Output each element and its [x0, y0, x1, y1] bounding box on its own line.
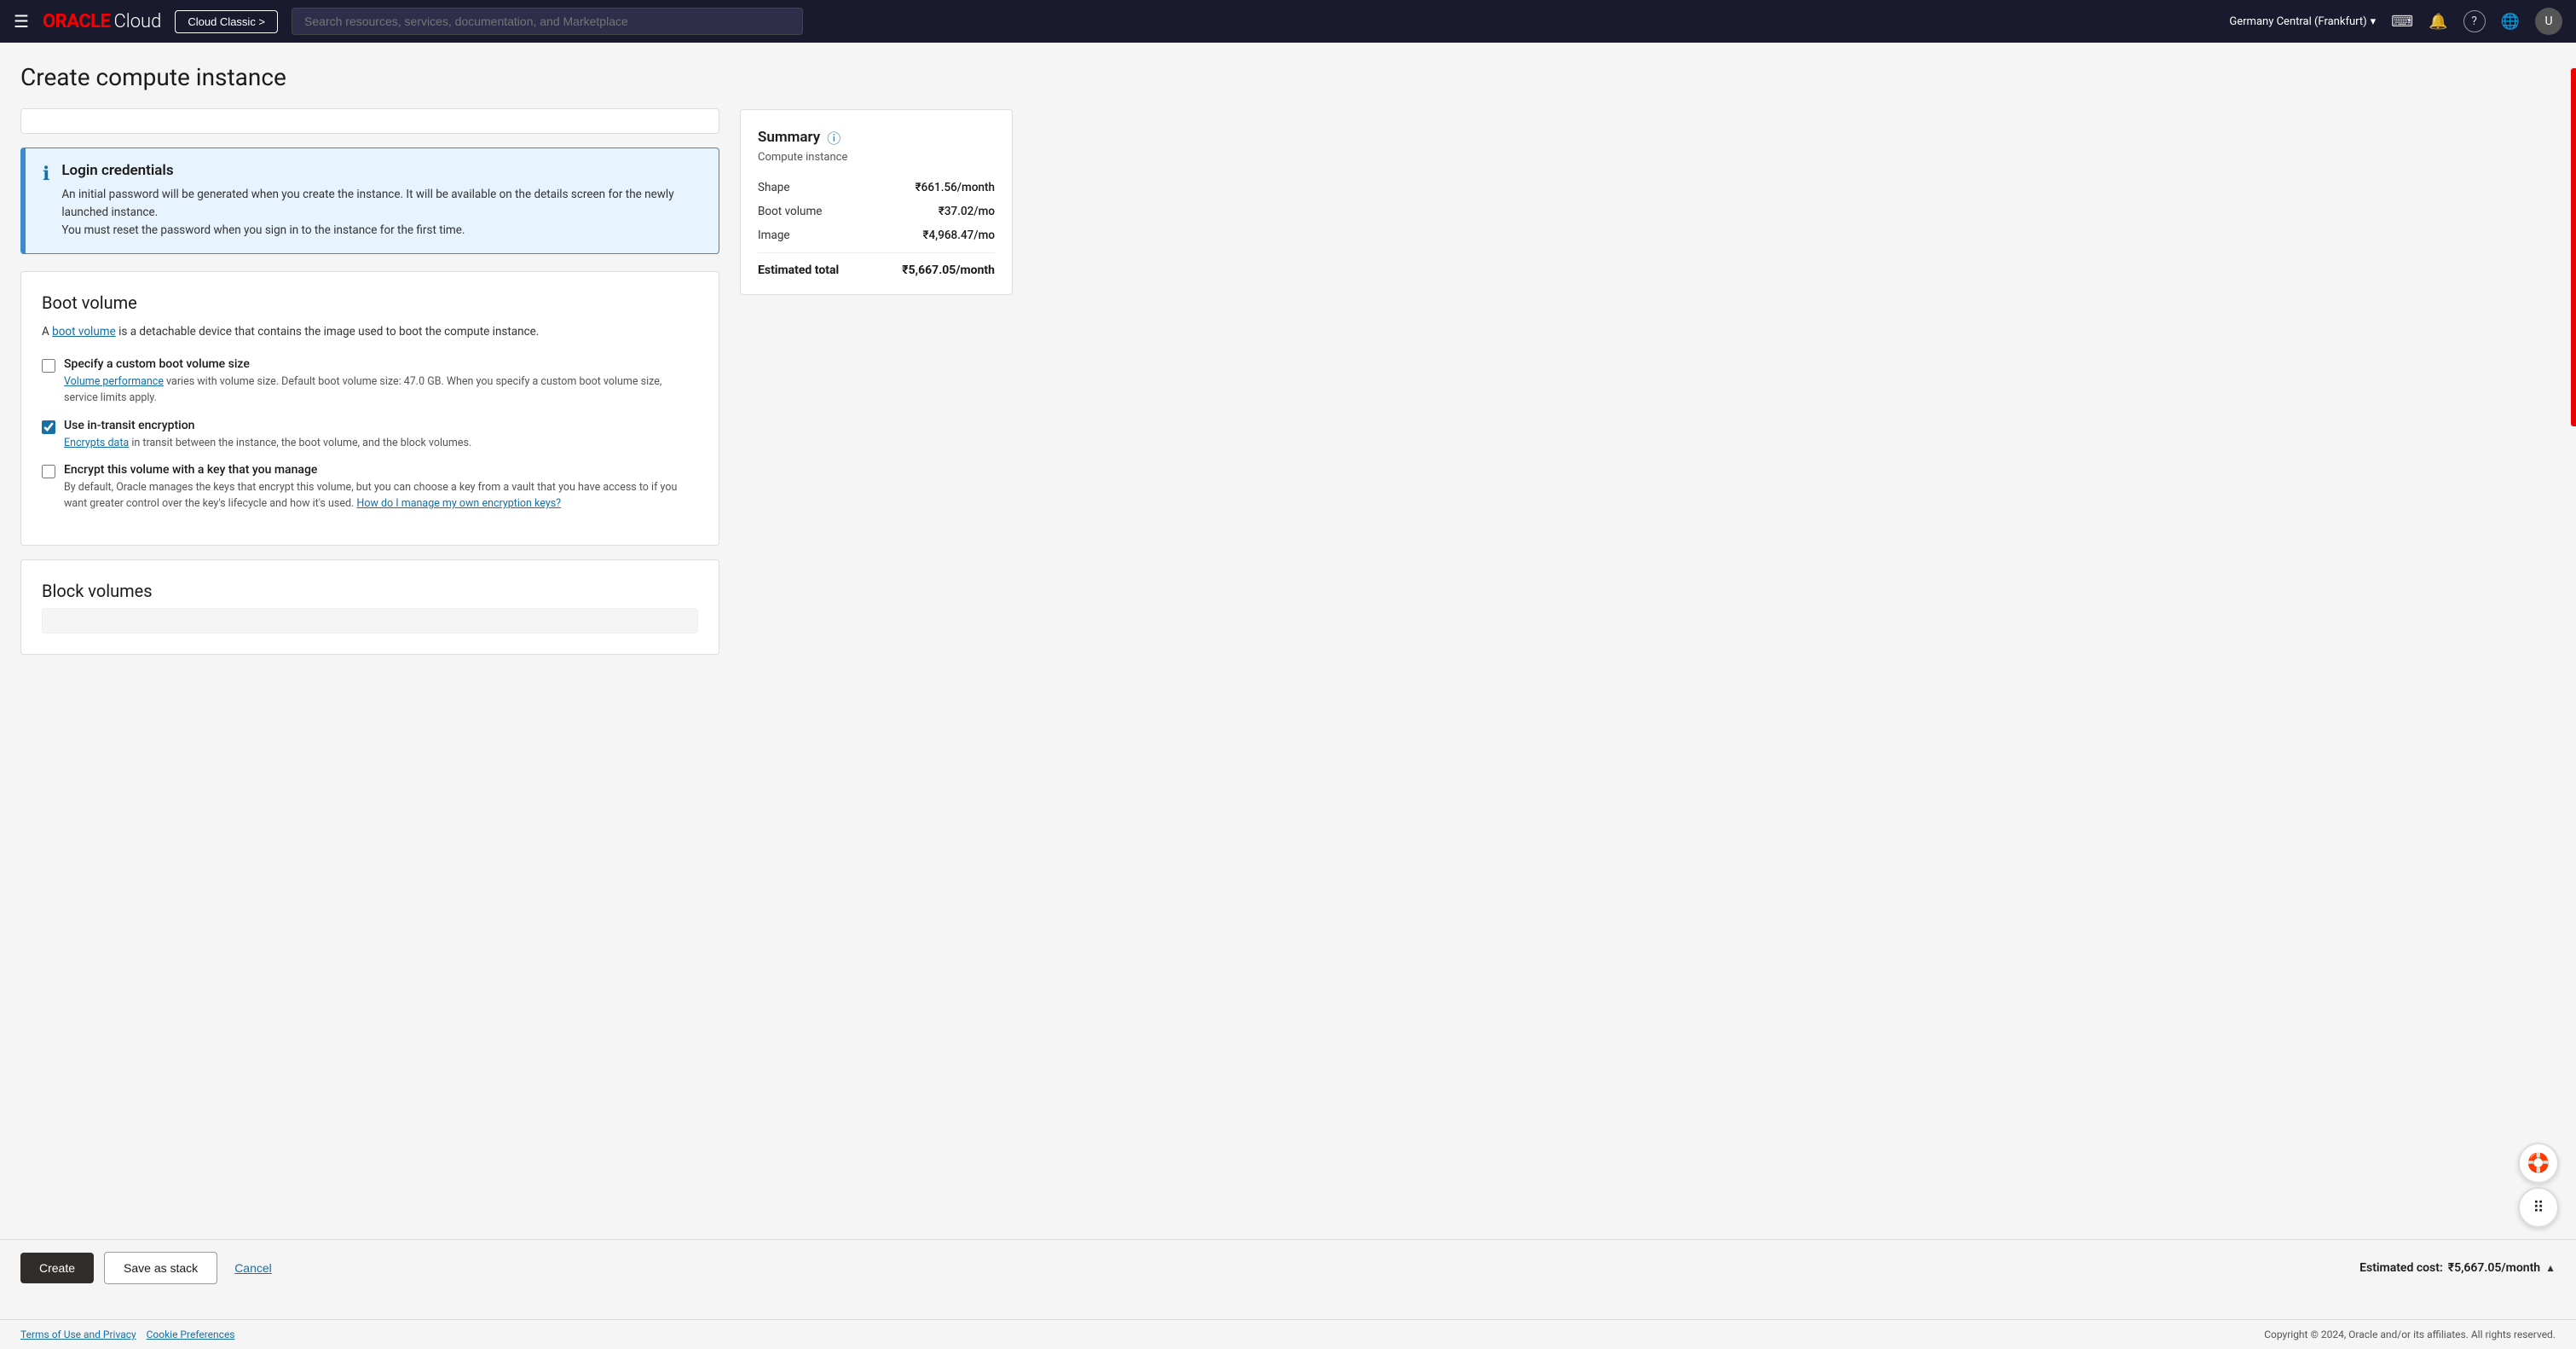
terms-link[interactable]: Terms of Use and Privacy: [20, 1329, 136, 1340]
logo-oracle: ORACLE: [43, 11, 111, 32]
login-credentials-line2: You must reset the password when you sig…: [61, 223, 465, 237]
in-transit-label-group: Use in-transit encryption Encrypts data …: [64, 419, 471, 452]
terminal-icon[interactable]: ⌨: [2391, 13, 2413, 31]
custom-boot-volume-label-group: Specify a custom boot volume size Volume…: [64, 357, 698, 407]
summary-image-label: Image: [758, 229, 790, 242]
region-chevron-icon: ▾: [2371, 15, 2377, 28]
summary-panel: Summary ⓘ Compute instance Shape ₹661.56…: [740, 109, 1013, 295]
topnav-right: Germany Central (Frankfurt) ▾ ⌨ 🔔 ? 🌐 U: [2229, 8, 2562, 35]
in-transit-checkbox[interactable]: [42, 420, 55, 434]
summary-shape-value: ₹661.56/month: [915, 181, 995, 194]
encrypt-volume-checkbox[interactable]: [42, 465, 55, 478]
scrolled-section-top: [20, 108, 719, 134]
summary-header: Summary ⓘ: [758, 127, 995, 148]
hamburger-icon[interactable]: ☰: [14, 11, 29, 32]
login-credentials-title: Login credentials: [61, 162, 702, 179]
cookie-link[interactable]: Cookie Preferences: [147, 1329, 235, 1340]
block-volumes-content: [42, 608, 698, 634]
help-grid-icon[interactable]: ⠿: [2518, 1187, 2559, 1228]
block-volumes-section: Block volumes: [20, 559, 719, 655]
footer-right: Copyright © 2024, Oracle and/or its affi…: [2264, 1329, 2556, 1340]
footer-left: Terms of Use and Privacy Cookie Preferen…: [20, 1329, 235, 1340]
boot-volume-desc: A boot volume is a detachable device tha…: [42, 323, 698, 340]
boot-volume-desc-pre: A: [42, 325, 52, 339]
save-as-stack-button[interactable]: Save as stack: [104, 1252, 217, 1284]
custom-boot-volume-sublabel: Volume performance varies with volume si…: [64, 374, 698, 407]
logo-cloud: Cloud: [113, 11, 161, 32]
info-circle-icon: ℹ: [43, 164, 49, 240]
page-wrapper: Create compute instance ℹ Login credenti…: [0, 43, 2576, 1262]
summary-boot-row: Boot volume ₹37.02/mo: [758, 205, 995, 218]
footer: Terms of Use and Privacy Cookie Preferen…: [0, 1319, 2576, 1349]
scroll-indicator: [2571, 68, 2576, 426]
create-button[interactable]: Create: [20, 1253, 94, 1283]
sidebar-summary: Summary ⓘ Compute instance Shape ₹661.56…: [740, 63, 1013, 1262]
summary-boot-label: Boot volume: [758, 205, 822, 218]
block-volumes-title: Block volumes: [42, 581, 698, 601]
login-credentials-body: An initial password will be generated wh…: [61, 186, 702, 240]
main-content: Create compute instance ℹ Login credenti…: [20, 63, 719, 1262]
custom-boot-volume-row: Specify a custom boot volume size Volume…: [42, 357, 698, 407]
in-transit-label[interactable]: Use in-transit encryption: [64, 419, 194, 432]
encrypt-volume-sublabel: By default, Oracle manages the keys that…: [64, 480, 698, 512]
custom-boot-volume-checkbox[interactable]: [42, 359, 55, 373]
bell-icon[interactable]: 🔔: [2429, 13, 2447, 31]
avatar[interactable]: U: [2535, 8, 2562, 35]
summary-total-row: Estimated total ₹5,667.05/month: [758, 263, 995, 277]
help-life-preserver-icon[interactable]: 🛟: [2518, 1143, 2559, 1184]
region-selector[interactable]: Germany Central (Frankfurt) ▾: [2229, 15, 2376, 28]
estimated-cost-value: ₹5,667.05/month: [2448, 1261, 2540, 1275]
boot-volume-link[interactable]: boot volume: [52, 325, 116, 339]
summary-shape-row: Shape ₹661.56/month: [758, 181, 995, 194]
encrypt-volume-row: Encrypt this volume with a key that you …: [42, 463, 698, 512]
summary-total-value: ₹5,667.05/month: [902, 263, 995, 277]
summary-image-value: ₹4,968.47/mo: [922, 229, 995, 242]
summary-image-row: Image ₹4,968.47/mo: [758, 229, 995, 242]
boot-volume-desc-post: is a detachable device that contains the…: [116, 325, 540, 339]
in-transit-encryption-row: Use in-transit encryption Encrypts data …: [42, 419, 698, 452]
estimated-cost-label: Estimated cost:: [2359, 1261, 2443, 1275]
login-credentials-line1: An initial password will be generated wh…: [61, 188, 673, 219]
summary-subtitle: Compute instance: [758, 151, 995, 164]
encrypt-volume-label[interactable]: Encrypt this volume with a key that you …: [64, 463, 317, 477]
volume-performance-link[interactable]: Volume performance: [64, 375, 164, 388]
custom-boot-volume-label[interactable]: Specify a custom boot volume size: [64, 357, 250, 371]
bottom-bar: Create Save as stack Cancel Estimated co…: [0, 1239, 2576, 1296]
chevron-up-icon[interactable]: ▲: [2545, 1262, 2556, 1274]
summary-divider: [758, 252, 995, 253]
summary-boot-value: ₹37.02/mo: [939, 205, 995, 218]
summary-title: Summary: [758, 129, 820, 146]
in-transit-sublabel-post: in transit between the instance, the boo…: [129, 437, 471, 449]
cancel-button[interactable]: Cancel: [228, 1253, 279, 1283]
estimated-cost-display: Estimated cost: ₹5,667.05/month ▲: [2359, 1261, 2556, 1275]
login-credentials-content: Login credentials An initial password wi…: [61, 162, 702, 240]
summary-info-icon[interactable]: ⓘ: [827, 127, 840, 148]
help-widget: 🛟 ⠿: [2518, 1143, 2559, 1228]
login-credentials-section: ℹ Login credentials An initial password …: [20, 148, 719, 254]
globe-icon[interactable]: 🌐: [2501, 13, 2520, 31]
summary-shape-label: Shape: [758, 181, 790, 194]
manage-keys-link[interactable]: How do I manage my own encryption keys?: [356, 497, 561, 510]
encrypt-volume-label-group: Encrypt this volume with a key that you …: [64, 463, 698, 512]
page-title: Create compute instance: [20, 63, 719, 91]
logo: ORACLE Cloud: [43, 11, 161, 32]
encrypts-data-link[interactable]: Encrypts data: [64, 437, 129, 449]
search-input[interactable]: [292, 8, 803, 35]
boot-volume-title: Boot volume: [42, 292, 698, 313]
help-icon[interactable]: ?: [2463, 10, 2486, 32]
boot-volume-section: Boot volume A boot volume is a detachabl…: [20, 271, 719, 546]
topnav: ☰ ORACLE Cloud Cloud Classic > Germany C…: [0, 0, 2576, 43]
summary-total-label: Estimated total: [758, 263, 839, 277]
region-label: Germany Central (Frankfurt): [2229, 15, 2366, 28]
cloud-classic-button[interactable]: Cloud Classic >: [175, 10, 278, 33]
in-transit-sublabel: Encrypts data in transit between the ins…: [64, 436, 471, 452]
